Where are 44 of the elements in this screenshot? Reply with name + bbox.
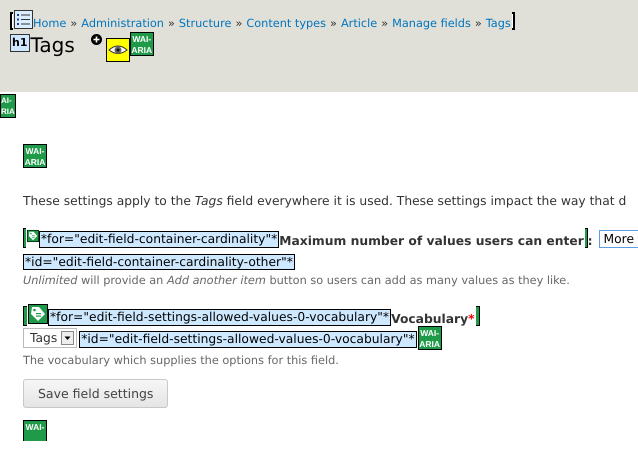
intro-text: These settings apply to the Tags field everywhere it is used. These settings impact the way that d [23,193,628,209]
bracket-icon [476,306,480,326]
field-label: Maximum number of values users can enter [279,234,584,248]
breadcrumb-separator: » [381,17,388,30]
heading-tag-marker: h1 [10,34,30,52]
required-marker: * [468,312,475,326]
breadcrumb-separator: » [235,17,242,30]
id-annotation: *id="edit-field-settings-allowed-values-0-vocabulary"* [79,331,417,348]
id-annotation: *id="edit-field-container-cardinality-other"* [23,254,295,270]
wai-aria-badge: AI- RIA [0,94,16,118]
breadcrumb-link[interactable]: Tags [486,17,511,30]
page-title: Tags [30,32,75,58]
breadcrumb-separator: » [474,17,482,30]
vocabulary-select[interactable]: Tags [23,328,78,348]
bracket-icon [584,228,588,248]
breadcrumb-link[interactable]: Administration [81,17,164,30]
field-description: Unlimited will provide an Add another item button so users can add as many values as they like. [23,274,571,287]
breadcrumb-link[interactable]: Home [33,17,66,30]
breadcrumb-separator: » [70,17,78,30]
label-for-annotation: *for="edit-field-container-cardinality"* [38,231,280,248]
save-button[interactable]: Save field settings [23,379,168,408]
breadcrumb-separator: » [168,17,175,30]
field-description: The vocabulary which supplies the options for this field. [23,354,340,367]
wai-aria-badge: WAI- [23,420,47,441]
wai-aria-badge: WAI- ARIA [418,326,442,350]
cardinality-select[interactable]: More [598,230,638,248]
label-colon: : [588,234,593,248]
bracket-icon [512,12,515,30]
breadcrumb-link[interactable]: Article [340,17,378,30]
wai-aria-badge: WAI- ARIA [23,144,47,168]
list-icon [14,10,33,29]
label-for-annotation: *for="edit-field-settings-allowed-values-0-vocabulary"* [48,309,392,326]
wai-aria-badge: WAI- ARIA [130,32,154,56]
bracket-icon [10,12,13,30]
breadcrumb-separator: » [330,17,337,30]
breadcrumb-link[interactable]: Manage fields [392,17,471,30]
breadcrumb-link[interactable]: Structure [178,17,232,30]
eye-icon [106,38,130,62]
bracket-icon [23,228,26,248]
field-label: Vocabulary [391,312,468,326]
plus-icon [90,34,102,45]
breadcrumb-link[interactable]: Content types [246,17,326,30]
bracket-icon [23,306,27,326]
tag-icon [28,304,48,324]
